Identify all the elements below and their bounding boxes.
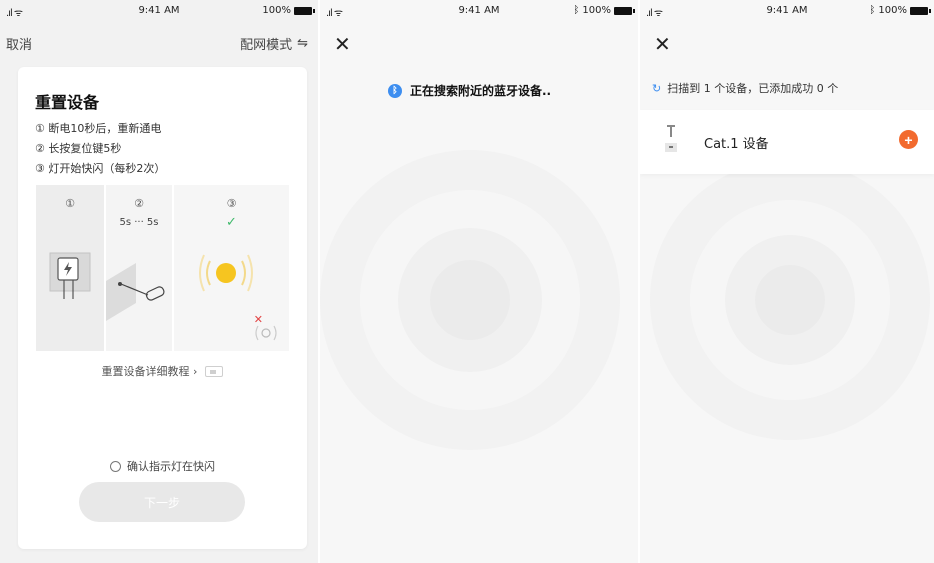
- next-button[interactable]: 下一步: [79, 482, 245, 522]
- power-plug-icon: [49, 252, 91, 299]
- battery-percent: 100%: [878, 5, 907, 16]
- device-name: Cat.1 设备: [704, 137, 769, 152]
- battery-icon: [910, 6, 931, 15]
- switch-icon: ⇋: [297, 36, 308, 51]
- tutorial-link[interactable]: 重置设备详细教程 ›: [18, 363, 307, 379]
- error-x-icon: ✕: [253, 313, 263, 326]
- reset-illustration: ① ② 5s ··· 5s ③ ✓ ✕: [36, 185, 289, 351]
- battery-icon: [614, 6, 635, 15]
- pairing-mode-label: 配网模式: [240, 38, 293, 53]
- device-icon: [665, 125, 677, 152]
- illustration-step2: ② 5s ··· 5s: [106, 185, 172, 351]
- scan-status: ↻ 扫描到 1 个设备，已添加成功 0 个: [652, 80, 838, 96]
- illustration-step1: ①: [36, 185, 104, 351]
- add-device-button[interactable]: +: [899, 130, 918, 149]
- close-icon[interactable]: ✕: [654, 34, 671, 54]
- bluetooth-search-screen: .ıl ᯤ 9:41 AM ᛒ 100% ✕ ᛒ 正在搜索附近的蓝牙设备..: [320, 0, 638, 563]
- battery-percent: 100%: [582, 5, 611, 16]
- confirm-label: 确认指示灯在快闪: [127, 460, 215, 473]
- step-item: ③ 灯开始快闪（每秒2次）: [35, 162, 166, 175]
- battery-icon: [294, 6, 315, 15]
- blinking-light-icon: [199, 254, 277, 341]
- device-list-item[interactable]: Cat.1 设备 +: [640, 110, 934, 174]
- battery-indicator: ᛒ 100%: [869, 5, 931, 16]
- status-bar: .ıl ᯤ 9:41 AM 100%: [0, 0, 318, 22]
- confirm-checkbox[interactable]: 确认指示灯在快闪: [18, 458, 307, 474]
- pairing-mode-button[interactable]: 配网模式 ⇋: [240, 34, 308, 53]
- close-icon[interactable]: ✕: [334, 34, 351, 54]
- reset-device-screen: .ıl ᯤ 9:41 AM 100% 取消 配网模式 ⇋ 重置设备 ① 断电10…: [0, 0, 318, 563]
- step-list: ① 断电10秒后，重新通电 ② 长按复位键5秒 ③ 灯开始快闪（每秒2次）: [35, 119, 165, 179]
- tutorial-label: 重置设备详细教程 ›: [101, 365, 198, 378]
- reset-instructions-card: 重置设备 ① 断电10秒后，重新通电 ② 长按复位键5秒 ③ 灯开始快闪（每秒2…: [18, 67, 307, 549]
- bluetooth-icon: ᛒ: [388, 83, 402, 98]
- card-title: 重置设备: [35, 93, 100, 112]
- scan-status-label: 扫描到 1 个设备，已添加成功 0 个: [667, 82, 839, 95]
- battery-percent: 100%: [262, 5, 291, 16]
- status-bar: .ıl ᯤ 9:41 AM ᛒ 100%: [640, 0, 934, 22]
- video-icon: [205, 365, 224, 377]
- battery-indicator: ᛒ 100%: [573, 5, 635, 16]
- bluetooth-icon: ᛒ: [573, 5, 580, 16]
- cancel-button[interactable]: 取消: [6, 34, 32, 53]
- step-item: ① 断电10秒后，重新通电: [35, 122, 162, 135]
- reset-pin-icon: [106, 263, 165, 321]
- radio-circle-icon: [110, 460, 121, 472]
- loading-spinner-icon: ↻: [652, 81, 662, 95]
- bluetooth-icon: ᛒ: [869, 5, 876, 16]
- illustration-step3: ③ ✓ ✕: [174, 185, 289, 351]
- searching-status: ᛒ 正在搜索附近的蓝牙设备..: [388, 82, 551, 99]
- status-bar: .ıl ᯤ 9:41 AM ᛒ 100%: [320, 0, 638, 22]
- battery-indicator: 100%: [262, 5, 315, 16]
- step-item: ② 长按复位键5秒: [35, 142, 122, 155]
- nav-bar: 取消 配网模式 ⇋: [0, 34, 318, 56]
- searching-label: 正在搜索附近的蓝牙设备..: [410, 84, 552, 98]
- scan-result-screen: .ıl ᯤ 9:41 AM ᛒ 100% ✕ ↻ 扫描到 1 个设备，已添加成功…: [640, 0, 934, 563]
